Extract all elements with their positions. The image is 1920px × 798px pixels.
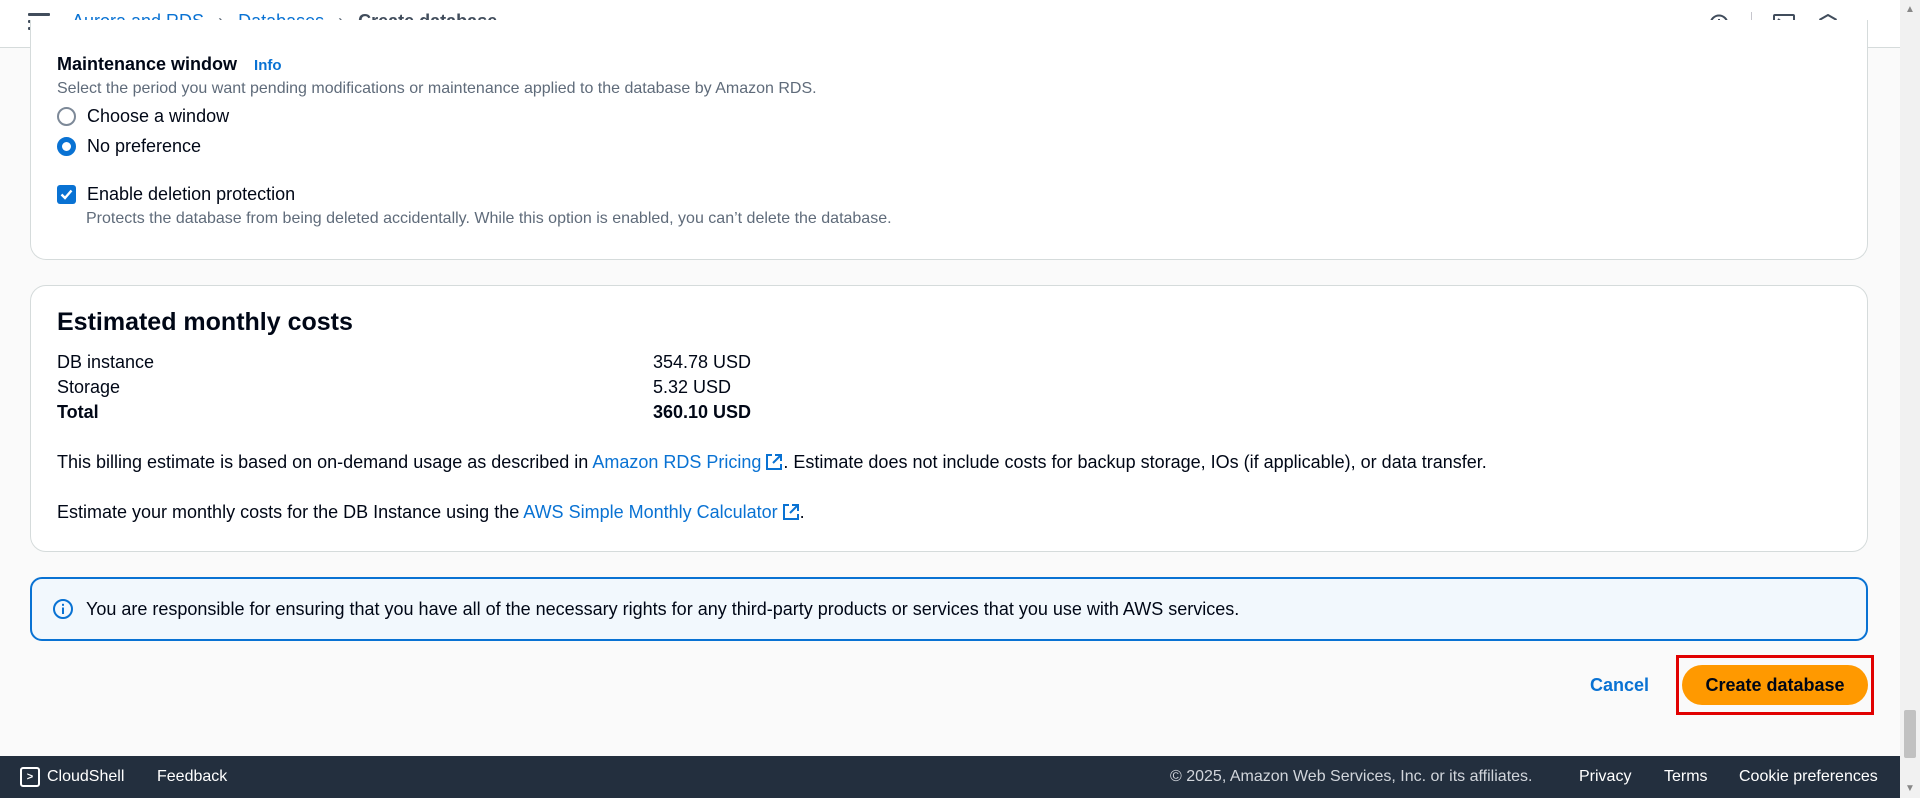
cancel-button[interactable]: Cancel [1590, 675, 1649, 696]
cookie-preferences-link[interactable]: Cookie preferences [1739, 768, 1878, 786]
radio-choose-a-window[interactable]: Choose a window [57, 106, 229, 127]
scroll-down-arrow-icon[interactable]: ▼ [1905, 783, 1915, 794]
maintenance-window-title: Maintenance window [57, 54, 238, 74]
cloudshell-button[interactable]: > CloudShell [20, 767, 124, 787]
additional-configuration-panel: Maintenance window Info Select the perio… [30, 20, 1868, 260]
radio-label: No preference [87, 136, 202, 156]
billing-note-text: This billing estimate is based on on-dem… [57, 452, 593, 472]
cost-value: 360.10 USD [653, 402, 752, 422]
create-database-button[interactable]: Create database [1682, 665, 1868, 705]
maintenance-window-label: Maintenance window Info [57, 54, 282, 75]
maintenance-info-link[interactable]: Info [254, 57, 282, 74]
calculator-link-label: AWS Simple Monthly Calculator [523, 502, 778, 522]
deletion-protection-label: Enable deletion protection [87, 184, 296, 204]
cost-value: 354.78 USD [653, 352, 752, 372]
radio-label: Choose a window [87, 106, 230, 126]
cloudshell-icon: > [20, 767, 40, 787]
aws-simple-monthly-calculator-link[interactable]: AWS Simple Monthly Calculator [523, 502, 799, 522]
cost-label: Storage [57, 377, 121, 397]
cost-label: DB instance [57, 352, 155, 372]
cloudshell-label: CloudShell [47, 768, 125, 785]
scroll-up-arrow-icon[interactable]: ▲ [1905, 4, 1915, 15]
deletion-protection-checkbox-row[interactable]: Enable deletion protection [57, 184, 295, 205]
console-footer: > CloudShell Feedback © 2025, Amazon Web… [0, 756, 1900, 798]
calc-note-text-end: . [799, 502, 805, 522]
deletion-protection-description: Protects the database from being deleted… [86, 210, 892, 227]
pricing-link-label: Amazon RDS Pricing [592, 452, 762, 472]
scrollbar-thumb[interactable] [1904, 710, 1916, 758]
cost-row-total: Total 360.10 USD [57, 402, 857, 423]
cost-label: Total [57, 402, 99, 422]
terms-link[interactable]: Terms [1664, 768, 1708, 786]
radio-button-selected[interactable] [57, 137, 76, 156]
check-icon [60, 189, 73, 200]
maintenance-window-description: Select the period you want pending modif… [57, 80, 817, 97]
calculator-note: Estimate your monthly costs for the DB I… [57, 502, 805, 523]
estimated-monthly-costs-panel: Estimated monthly costs DB instance 354.… [30, 285, 1868, 552]
amazon-rds-pricing-link[interactable]: Amazon RDS Pricing [592, 452, 783, 472]
cost-value: 5.32 USD [653, 377, 732, 397]
deletion-protection-checkbox[interactable] [57, 185, 76, 204]
billing-estimate-note: This billing estimate is based on on-dem… [57, 452, 1487, 473]
radio-no-preference[interactable]: No preference [57, 136, 201, 157]
third-party-rights-alert: You are responsible for ensuring that yo… [30, 577, 1868, 641]
copyright-text: © 2025, Amazon Web Services, Inc. or its… [1170, 768, 1533, 785]
privacy-link[interactable]: Privacy [1579, 768, 1631, 786]
external-link-icon [782, 504, 799, 520]
billing-note-text-end: . Estimate does not include costs for ba… [783, 452, 1487, 472]
info-circle-icon [52, 598, 74, 620]
feedback-link[interactable]: Feedback [157, 768, 227, 786]
costs-title: Estimated monthly costs [57, 308, 353, 336]
radio-button[interactable] [57, 107, 76, 126]
cost-row-storage: Storage 5.32 USD [57, 377, 857, 398]
external-link-icon [766, 454, 783, 470]
calc-note-text: Estimate your monthly costs for the DB I… [57, 502, 524, 522]
cost-row-db-instance: DB instance 354.78 USD [57, 352, 857, 373]
alert-text: You are responsible for ensuring that yo… [86, 598, 1240, 619]
page-scrollbar[interactable]: ▲ ▼ [1900, 0, 1920, 798]
